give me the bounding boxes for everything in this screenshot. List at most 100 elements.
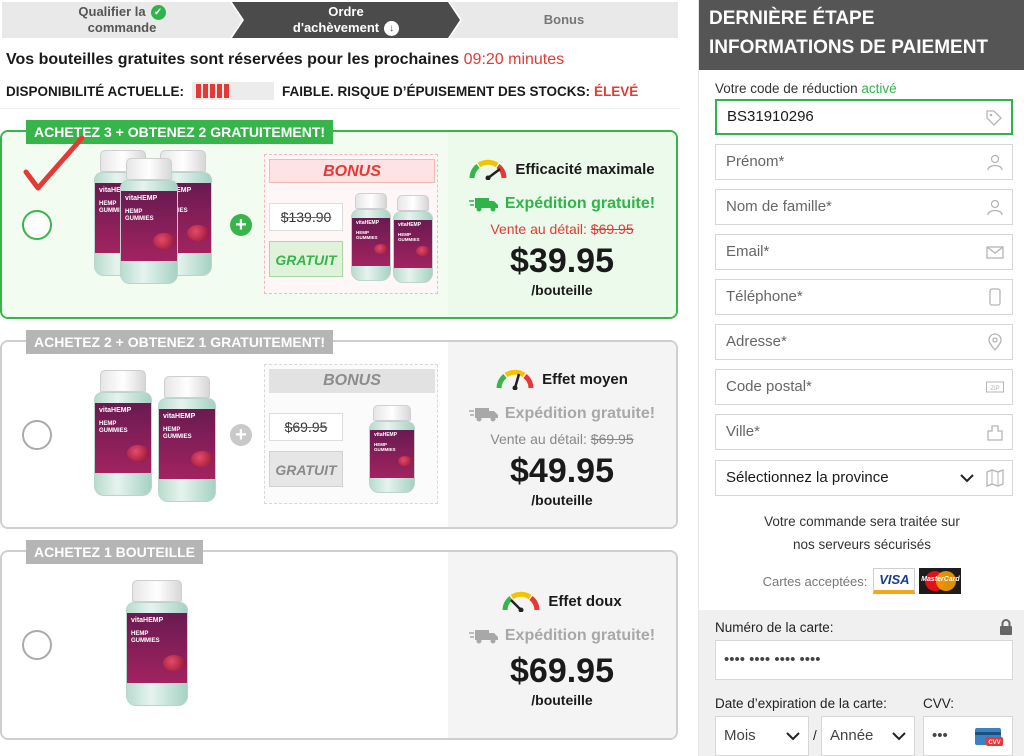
bonus-bottle: vitaHEMP HEMP GUMMIES bbox=[351, 193, 391, 281]
step-bonus: Bonus bbox=[450, 2, 678, 38]
svg-text:CVV: CVV bbox=[988, 740, 1000, 746]
first-name-field[interactable]: Prénom* bbox=[715, 144, 1013, 180]
card-details-section: Numéro de la carte: •••• •••• •••• •••• … bbox=[699, 610, 1024, 756]
effect-label: Efficacité maximale bbox=[515, 160, 655, 178]
phone-field[interactable]: Téléphone* bbox=[715, 279, 1013, 315]
stock-level-text: FAIBLE. RISQUE D’ÉPUISEMENT DES STOCKS: bbox=[282, 83, 591, 99]
first-name-placeholder: Prénom* bbox=[726, 153, 785, 170]
offer-tag: ACHETEZ 2 + OBTENEZ 1 GRATUITEMENT! bbox=[26, 330, 334, 354]
step-qualify-label-1: Qualifier la bbox=[78, 3, 146, 19]
truck-icon bbox=[468, 408, 498, 422]
offer-price-area: Efficacité maximale Expédition gratuite!… bbox=[448, 132, 676, 317]
offer-card-1[interactable]: Effet doux Expédition gratuite! $69.95 /… bbox=[0, 540, 678, 740]
shipping-label: Expédition gratuite! bbox=[504, 405, 656, 422]
checkout-steps: Qualifier la ✓ commande Ordre d'achèvement ↓… bbox=[0, 0, 680, 40]
old-price: $69.95 bbox=[269, 413, 343, 441]
stock-level-bar bbox=[192, 82, 274, 100]
offer-card-2plus1[interactable]: Effet moyen Expédition gratuite! Vente a… bbox=[0, 330, 678, 529]
panel-header: DERNIÈRE ÉTAPE INFORMATIONS DE PAIEMENT bbox=[699, 0, 1024, 70]
cvv-field[interactable]: ••• CVV bbox=[923, 716, 1013, 756]
email-field[interactable]: Email* bbox=[715, 234, 1013, 270]
gauge-icon bbox=[496, 369, 534, 390]
bonus-bottle: vitaHEMP HEMP GUMMIES bbox=[393, 195, 433, 283]
expiry-month-select[interactable]: Mois bbox=[715, 716, 809, 756]
effect-label: Effet doux bbox=[548, 592, 622, 610]
retail-label: Vente au détail: bbox=[490, 431, 587, 447]
check-icon: ✓ bbox=[150, 5, 166, 21]
chevron-down-icon bbox=[892, 732, 906, 741]
effect-label: Effet moyen bbox=[542, 370, 628, 388]
accepted-cards: Cartes acceptées: VISA MasterCard bbox=[699, 568, 1024, 594]
promo-code-field[interactable]: BS31910296 bbox=[715, 99, 1013, 135]
retail-label: Vente au détail: bbox=[490, 221, 587, 237]
unit-price: $39.95 bbox=[510, 242, 614, 280]
plus-icon: + bbox=[230, 424, 252, 446]
email-placeholder: Email* bbox=[726, 243, 770, 260]
shipping-label: Expédition gratuite! bbox=[504, 195, 656, 212]
step-completion-label-2: d'achèvement bbox=[292, 19, 380, 35]
free-label: GRATUIT bbox=[269, 241, 343, 277]
panel-title-line-2: INFORMATIONS DE PAIEMENT bbox=[709, 37, 989, 58]
effect-row: Effet doux bbox=[448, 590, 676, 612]
province-select[interactable]: Sélectionnez la province bbox=[715, 460, 1013, 496]
city-placeholder: Ville* bbox=[726, 423, 760, 440]
card-number-field[interactable]: •••• •••• •••• •••• bbox=[715, 640, 1013, 680]
last-name-field[interactable]: Nom de famille* bbox=[715, 189, 1013, 225]
address-field[interactable]: Adresse* bbox=[715, 324, 1013, 360]
expiry-month-value: Mois bbox=[724, 727, 756, 744]
user-icon bbox=[987, 199, 1003, 216]
map-icon bbox=[986, 469, 1004, 487]
step-completion-label-1: Ordre bbox=[328, 3, 364, 19]
promo-status: activé bbox=[861, 81, 897, 96]
last-name-placeholder: Nom de famille* bbox=[726, 198, 832, 215]
per-bottle-label: /bouteille bbox=[531, 282, 593, 298]
visa-logo: VISA bbox=[873, 568, 916, 594]
offer-radio[interactable] bbox=[22, 630, 52, 660]
bonus-bottle: vitaHEMP HEMP GUMMIES bbox=[369, 405, 415, 493]
bonus-box: BONUS $139.90 GRATUIT vitaHEMP HEMP GUMMIE… bbox=[264, 154, 438, 294]
bonus-box: BONUS $69.95 GRATUIT vitaHEMP HEMP GUMMIES bbox=[264, 364, 438, 504]
card-number-placeholder: •••• •••• •••• •••• bbox=[724, 651, 821, 668]
truck-icon bbox=[468, 630, 498, 644]
reservation-notice: Vos bouteilles gratuites sont réservées … bbox=[6, 51, 564, 69]
envelope-icon bbox=[986, 246, 1004, 259]
offer-radio[interactable] bbox=[22, 210, 52, 240]
secure-line-2: nos serveurs sécurisés bbox=[792, 537, 932, 552]
province-placeholder: Sélectionnez la province bbox=[726, 469, 889, 486]
shipping-row: Expédition gratuite! bbox=[448, 195, 676, 213]
zip-icon: ZIP bbox=[986, 381, 1004, 393]
payment-panel: DERNIÈRE ÉTAPE INFORMATIONS DE PAIEMENT … bbox=[698, 0, 1024, 756]
offer-card-3plus2[interactable]: Efficacité maximale Expédition gratuite!… bbox=[0, 120, 678, 319]
tag-icon bbox=[986, 110, 1002, 126]
per-bottle-label: /bouteille bbox=[531, 492, 593, 508]
arrow-down-icon: ↓ bbox=[384, 21, 400, 37]
cvv-label: CVV: bbox=[923, 696, 955, 711]
step-bonus-label: Bonus bbox=[543, 12, 585, 27]
mastercard-logo: MasterCard bbox=[919, 568, 962, 594]
stock-availability: DISPONIBILITÉ ACTUELLE: FAIBLE. RISQUE D… bbox=[6, 82, 638, 100]
secure-notice: Votre commande sera traitée sur nos serv… bbox=[699, 510, 1024, 556]
step-completion: Ordre d'achèvement ↓ bbox=[232, 2, 460, 38]
offer-radio[interactable] bbox=[22, 420, 52, 450]
product-bottle: vitaHEMPHEMPGUMMIES bbox=[94, 370, 152, 496]
step-qualify-label-2: commande bbox=[87, 20, 157, 36]
expiry-year-select[interactable]: Année bbox=[821, 716, 915, 756]
postal-code-placeholder: Code postal* bbox=[726, 378, 812, 395]
product-bottle: vitaHEMPHEMPGUMMIES bbox=[158, 376, 216, 502]
lock-icon bbox=[1000, 619, 1012, 635]
retail-price: $69.95 bbox=[590, 431, 634, 447]
postal-code-field[interactable]: Code postal* ZIP bbox=[715, 369, 1013, 405]
address-placeholder: Adresse* bbox=[726, 333, 787, 350]
truck-icon bbox=[468, 198, 498, 212]
product-bottle: vitaHEMPHEMPGUMMIES bbox=[120, 158, 178, 284]
svg-text:ZIP: ZIP bbox=[990, 386, 999, 392]
card-number-label: Numéro de la carte: bbox=[715, 620, 834, 635]
promo-label: Votre code de réduction activé bbox=[715, 81, 897, 96]
stock-label: DISPONIBILITÉ ACTUELLE: bbox=[6, 83, 184, 99]
city-field[interactable]: Ville* bbox=[715, 414, 1013, 450]
plus-icon: + bbox=[230, 214, 252, 236]
accepted-cards-label: Cartes acceptées: bbox=[762, 573, 868, 589]
effect-row: Effet moyen bbox=[448, 368, 676, 390]
location-pin-icon bbox=[988, 333, 1002, 351]
shipping-row: Expédition gratuite! bbox=[448, 405, 676, 423]
